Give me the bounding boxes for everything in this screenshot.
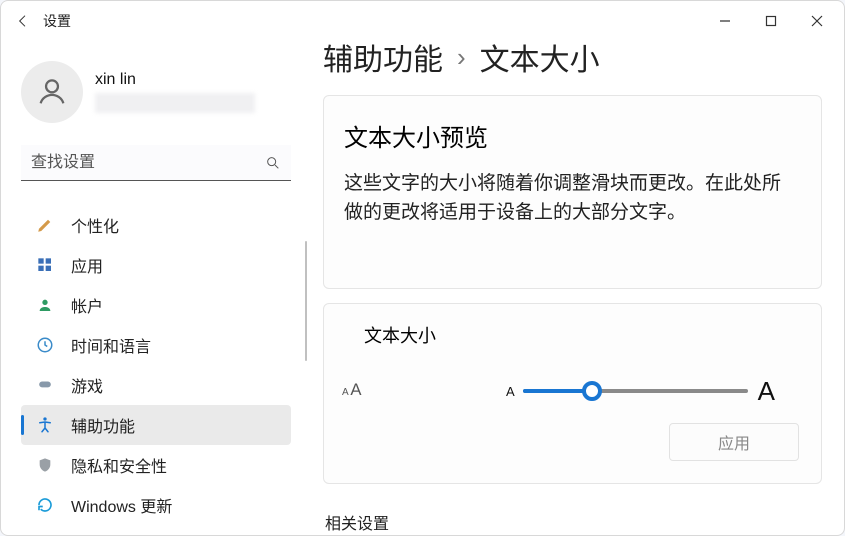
sidebar-item-label: 隐私和安全性 <box>71 453 167 477</box>
preview-title: 文本大小预览 <box>344 118 797 153</box>
slider-max-label: A <box>758 376 775 407</box>
sidebar-item-label: Windows 更新 <box>71 493 172 517</box>
sidebar-item-accounts[interactable]: 帐户 <box>21 285 291 325</box>
gamepad-icon <box>35 375 55 395</box>
sidebar-item-time-language[interactable]: 时间和语言 <box>21 325 291 365</box>
sidebar-item-label: 游戏 <box>71 373 103 397</box>
breadcrumb-parent[interactable]: 辅助功能 <box>323 41 443 79</box>
clock-icon <box>35 335 55 355</box>
search-input[interactable] <box>21 145 291 181</box>
apps-icon <box>35 255 55 275</box>
brush-icon <box>35 215 55 235</box>
person-icon <box>35 295 55 315</box>
apply-button[interactable]: 应用 <box>669 423 799 461</box>
text-size-card: 文本大小 AA A A 应用 <box>323 303 822 484</box>
sidebar-item-accessibility[interactable]: 辅助功能 <box>21 405 291 445</box>
minimize-button[interactable] <box>702 5 748 37</box>
nav-list: 个性化 应用 帐户 时 <box>21 205 299 525</box>
preview-body: 这些文字的大小将随着你调整滑块而更改。在此处所做的更改将适用于设备上的大部分文字… <box>344 169 797 228</box>
scrollbar-indicator[interactable] <box>305 241 307 361</box>
sidebar-item-label: 帐户 <box>71 293 103 317</box>
search-box[interactable] <box>21 145 291 181</box>
sidebar-item-gaming[interactable]: 游戏 <box>21 365 291 405</box>
chevron-right-icon: › <box>457 42 466 73</box>
close-button[interactable] <box>794 5 840 37</box>
accessibility-icon <box>35 415 55 435</box>
svg-text:A: A <box>342 387 349 398</box>
breadcrumb-current: 文本大小 <box>480 41 600 79</box>
main-content: 辅助功能 › 文本大小 文本大小预览 这些文字的大小将随着你调整滑块而更改。在此… <box>311 41 844 535</box>
svg-text:A: A <box>350 380 362 399</box>
sidebar-item-label: 应用 <box>71 253 103 277</box>
profile[interactable]: xin lin <box>21 61 299 123</box>
breadcrumb: 辅助功能 › 文本大小 <box>323 41 822 79</box>
shield-icon <box>35 455 55 475</box>
text-size-slider[interactable] <box>523 381 748 401</box>
sidebar-item-apps[interactable]: 应用 <box>21 245 291 285</box>
maximize-button[interactable] <box>748 5 794 37</box>
back-button[interactable] <box>5 3 41 39</box>
sidebar-item-privacy[interactable]: 隐私和安全性 <box>21 445 291 485</box>
sidebar-item-personalization[interactable]: 个性化 <box>21 205 291 245</box>
sidebar-item-windows-update[interactable]: Windows 更新 <box>21 485 291 525</box>
sidebar: xin lin 个性化 <box>1 41 311 535</box>
sidebar-item-label: 时间和语言 <box>71 333 151 357</box>
app-title: 设置 <box>43 11 71 31</box>
profile-name: xin lin <box>95 71 255 89</box>
slider-min-label: A <box>506 384 515 399</box>
sidebar-item-label: 辅助功能 <box>71 413 135 437</box>
slider-thumb[interactable] <box>582 381 602 401</box>
related-settings-heading: 相关设置 <box>325 510 822 534</box>
avatar <box>21 61 83 123</box>
sidebar-item-label: 个性化 <box>71 213 119 237</box>
text-size-aa-icon: AA <box>342 379 366 404</box>
update-icon <box>35 495 55 515</box>
profile-email-blurred <box>95 93 255 113</box>
text-preview-card: 文本大小预览 这些文字的大小将随着你调整滑块而更改。在此处所做的更改将适用于设备… <box>323 95 822 289</box>
text-size-label: 文本大小 <box>364 322 799 348</box>
